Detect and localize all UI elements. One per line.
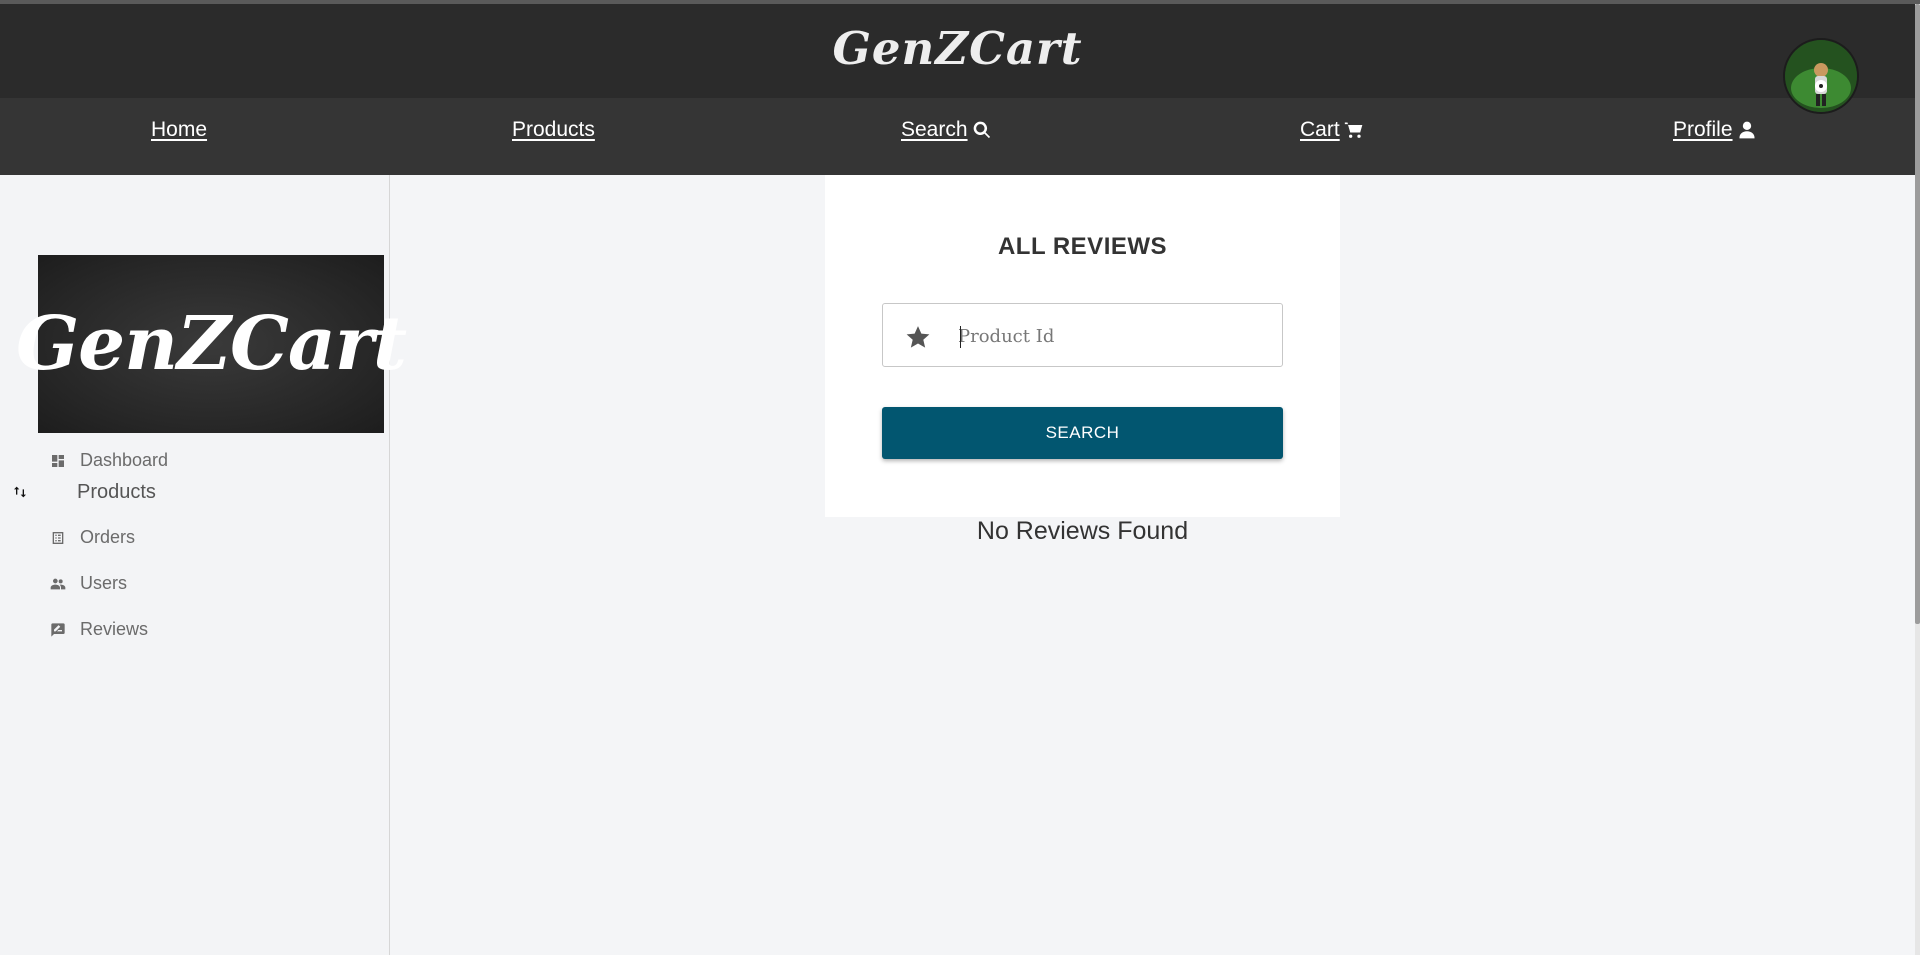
nav-profile-link[interactable]: Profile: [1673, 118, 1757, 142]
reviews-search-card: ALL REVIEWS SEARCH: [825, 175, 1340, 517]
sidebar-item-label: Reviews: [80, 619, 149, 639]
sidebar-logo-text: GenZCart: [15, 301, 407, 387]
product-id-input[interactable]: [958, 316, 1268, 356]
rate-review-icon: [51, 622, 65, 637]
nav-home-link[interactable]: Home: [151, 118, 207, 142]
product-id-field[interactable]: [882, 303, 1283, 367]
sidebar-item-orders[interactable]: Orders: [50, 527, 135, 548]
nav-products-link[interactable]: Products: [512, 118, 595, 142]
text-caret: [960, 326, 961, 348]
nav-cart-link[interactable]: Cart: [1300, 118, 1364, 142]
user-avatar[interactable]: [1785, 40, 1857, 112]
expand-collapse-icon: [14, 486, 26, 498]
empty-state-message: No Reviews Found: [976, 517, 1189, 545]
nav-home-label: Home: [151, 118, 208, 141]
star-icon: [906, 326, 930, 348]
page-scrollbar-thumb[interactable]: [1915, 4, 1920, 624]
main-nav: Home Products Search Cart Profile: [0, 98, 1915, 175]
user-icon: [1739, 121, 1755, 139]
nav-profile-label: Profile: [1673, 118, 1733, 141]
sidebar-item-label: Dashboard: [80, 450, 169, 470]
search-icon: [973, 121, 990, 139]
nav-cart-label: Cart: [1300, 118, 1340, 141]
sidebar-item-reviews[interactable]: Reviews: [50, 619, 148, 640]
sidebar-item-products[interactable]: Products: [0, 478, 390, 508]
cart-icon: [1344, 122, 1363, 138]
sidebar-item-users[interactable]: Users: [50, 573, 127, 594]
search-button[interactable]: SEARCH: [882, 407, 1283, 459]
sidebar-item-label: Orders: [80, 527, 136, 547]
nav-search-label: Search: [901, 118, 968, 141]
sidebar-item-label: Users: [80, 573, 128, 593]
page-title: ALL REVIEWS: [997, 233, 1168, 260]
admin-sidebar: GenZCart Dashboard Products Orders Users…: [0, 175, 407, 955]
sidebar-item-dashboard[interactable]: Dashboard: [50, 450, 168, 471]
people-icon: [50, 578, 66, 589]
sidebar-item-label: Products: [77, 481, 156, 503]
sidebar-logo[interactable]: GenZCart: [16, 255, 407, 433]
list-icon: [52, 531, 64, 544]
nav-products-label: Products: [512, 118, 595, 141]
brand-title[interactable]: GenZCart: [0, 22, 1915, 75]
dashboard-icon: [52, 454, 64, 467]
nav-search-link[interactable]: Search: [901, 118, 992, 142]
site-header: GenZCart: [0, 4, 1915, 98]
avatar-image: [1785, 40, 1857, 112]
